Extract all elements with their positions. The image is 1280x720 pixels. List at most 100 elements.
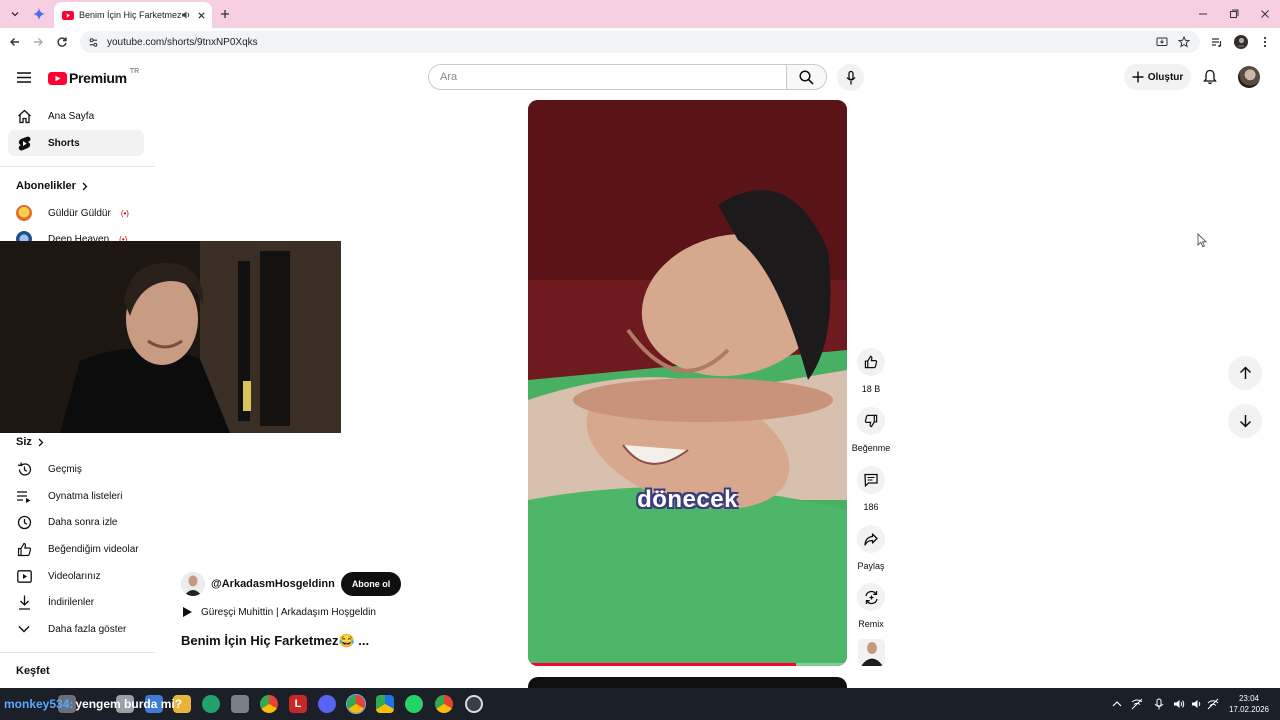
whatsapp-icon[interactable] — [405, 695, 423, 713]
tray-volume-icon[interactable] — [1191, 698, 1203, 710]
speaker-icon[interactable] — [181, 10, 191, 20]
sidebar-item-history[interactable]: Geçmiş — [8, 456, 144, 482]
comments-button[interactable] — [857, 466, 885, 494]
forward-button[interactable] — [29, 33, 47, 51]
bookmark-button[interactable] — [1175, 33, 1193, 51]
minimize-icon — [1199, 13, 1207, 15]
sidebar-item-playlists[interactable]: Oynatma listeleri — [8, 483, 144, 509]
restore-button[interactable] — [1225, 5, 1243, 23]
new-tab-button[interactable] — [216, 5, 234, 23]
sidebar-item-show-more[interactable]: Daha fazla göster — [8, 616, 144, 642]
chrome-icon[interactable] — [435, 695, 453, 713]
close-window-button[interactable] — [1256, 5, 1274, 23]
guide-menu-button[interactable] — [14, 67, 34, 87]
subscriptions-heading[interactable]: Abonelikler — [16, 180, 88, 192]
sound-thumbnail-image — [858, 639, 885, 666]
reload-button[interactable] — [53, 33, 71, 51]
discord-icon[interactable] — [318, 695, 336, 713]
sound-link[interactable]: Güreşçi Muhittin | Arkadaşım Hoşgeldin — [181, 606, 376, 618]
video-caption: dönecek — [637, 486, 738, 513]
tab-search-button[interactable] — [6, 5, 24, 23]
sidebar-item-home[interactable]: Ana Sayfa — [8, 103, 144, 129]
webcam-person-image — [0, 241, 341, 433]
dislike-button[interactable] — [857, 407, 885, 435]
chrome-icon[interactable] — [346, 694, 366, 714]
gemini-button[interactable] — [30, 5, 48, 23]
voice-search-button[interactable] — [837, 64, 864, 91]
tray-wifi-off-icon[interactable] — [1207, 698, 1219, 710]
shorts-video-player[interactable]: dönecek — [528, 100, 847, 666]
media-controls-button[interactable] — [1208, 33, 1226, 51]
site-info-icon[interactable] — [88, 37, 99, 48]
video-title[interactable]: Benim İçin Hiç Farketmez😂 ... — [181, 633, 369, 649]
tray-chevron-up-icon[interactable] — [1111, 698, 1123, 710]
taskbar-app-icon[interactable] — [202, 695, 220, 713]
video-progress-bar[interactable] — [528, 663, 847, 666]
install-app-button[interactable] — [1153, 33, 1171, 51]
youtube-premium-logo[interactable]: Premium TR — [48, 68, 139, 87]
create-button[interactable]: Oluştur — [1124, 64, 1191, 90]
address-bar[interactable]: youtube.com/shorts/9tnxNP0Xqks — [80, 31, 1200, 53]
next-short-button[interactable] — [1228, 404, 1262, 438]
video-progress-fill — [528, 663, 796, 666]
webcam-overlay — [0, 241, 341, 433]
sound-thumbnail[interactable] — [858, 639, 885, 666]
previous-short-button[interactable] — [1228, 356, 1262, 390]
more-vertical-icon — [1263, 36, 1267, 48]
tray-microphone-icon[interactable] — [1153, 698, 1165, 710]
minimize-button[interactable] — [1194, 5, 1212, 23]
sidebar-item-liked-videos[interactable]: Beğendiğim videolar — [8, 536, 144, 562]
comment-count: 186 — [863, 502, 879, 512]
os-taskbar: L monkey534: yengem burda mi? 23:04 17.0… — [0, 688, 1280, 720]
search-button[interactable] — [786, 64, 827, 90]
sidebar-item-label: Beğendiğim videolar — [48, 543, 139, 555]
subscription-label: Güldür Güldür — [48, 207, 111, 219]
search-input[interactable] — [428, 64, 786, 90]
l-app-icon[interactable]: L — [289, 695, 307, 713]
sidebar-item-label: Daha sonra izle — [48, 516, 118, 528]
sidebar-item-downloads[interactable]: İndirilenler — [8, 589, 144, 615]
like-button[interactable] — [857, 348, 885, 376]
arrow-right-icon — [34, 38, 43, 46]
you-heading[interactable]: Siz — [16, 436, 44, 448]
system-clock[interactable]: 23:04 17.02.2026 — [1222, 693, 1276, 715]
share-icon — [864, 532, 878, 546]
tray-speaker-icon[interactable] — [1173, 698, 1185, 710]
comment-icon — [864, 473, 878, 487]
playlist-icon — [16, 488, 32, 504]
subscription-guldur-guldur[interactable]: Güldür Güldür (•) — [8, 200, 144, 226]
browser-toolbar: youtube.com/shorts/9tnxNP0Xqks — [0, 28, 1280, 55]
tray-network-off-icon[interactable] — [1131, 698, 1143, 710]
thumb-up-icon — [864, 355, 878, 369]
subscribe-button[interactable]: Abone ol — [340, 572, 402, 596]
browser-menu-button[interactable] — [1256, 33, 1274, 51]
profile-button[interactable] — [1232, 33, 1250, 51]
channel-avatar[interactable] — [181, 572, 205, 596]
plus-icon — [221, 10, 229, 18]
taskbar-app-icon[interactable] — [465, 695, 483, 713]
sidebar-item-label: Ana Sayfa — [48, 110, 95, 122]
account-avatar[interactable] — [1238, 66, 1260, 88]
download-icon — [16, 594, 32, 610]
bell-icon — [1203, 69, 1217, 85]
share-button[interactable] — [857, 525, 885, 553]
browser-tab-active[interactable]: Benim İçin Hiç Farketmez😂 — [54, 2, 212, 28]
drive-icon[interactable] — [376, 695, 394, 713]
channel-name-link[interactable]: @ArkadasmHosgeldinn — [211, 578, 335, 590]
sidebar-item-watch-later[interactable]: Daha sonra izle — [8, 509, 144, 535]
sidebar-item-your-videos[interactable]: Videolarınız — [8, 563, 144, 589]
sparkle-icon — [33, 8, 45, 20]
close-tab-icon[interactable] — [197, 11, 206, 20]
sidebar-item-shorts[interactable]: Shorts — [8, 130, 144, 156]
calculator-icon[interactable] — [231, 695, 249, 713]
remix-button[interactable] — [857, 583, 885, 611]
chevron-down-icon — [16, 621, 32, 637]
logo-text: Premium — [69, 70, 127, 86]
sidebar-item-label: Geçmiş — [48, 463, 82, 475]
sidebar-item-label: Shorts — [48, 137, 80, 149]
share-action: Paylaş — [851, 525, 891, 571]
notifications-button[interactable] — [1199, 66, 1221, 88]
chrome-icon[interactable] — [260, 695, 278, 713]
next-short-preview[interactable] — [528, 677, 847, 688]
back-button[interactable] — [6, 33, 24, 51]
